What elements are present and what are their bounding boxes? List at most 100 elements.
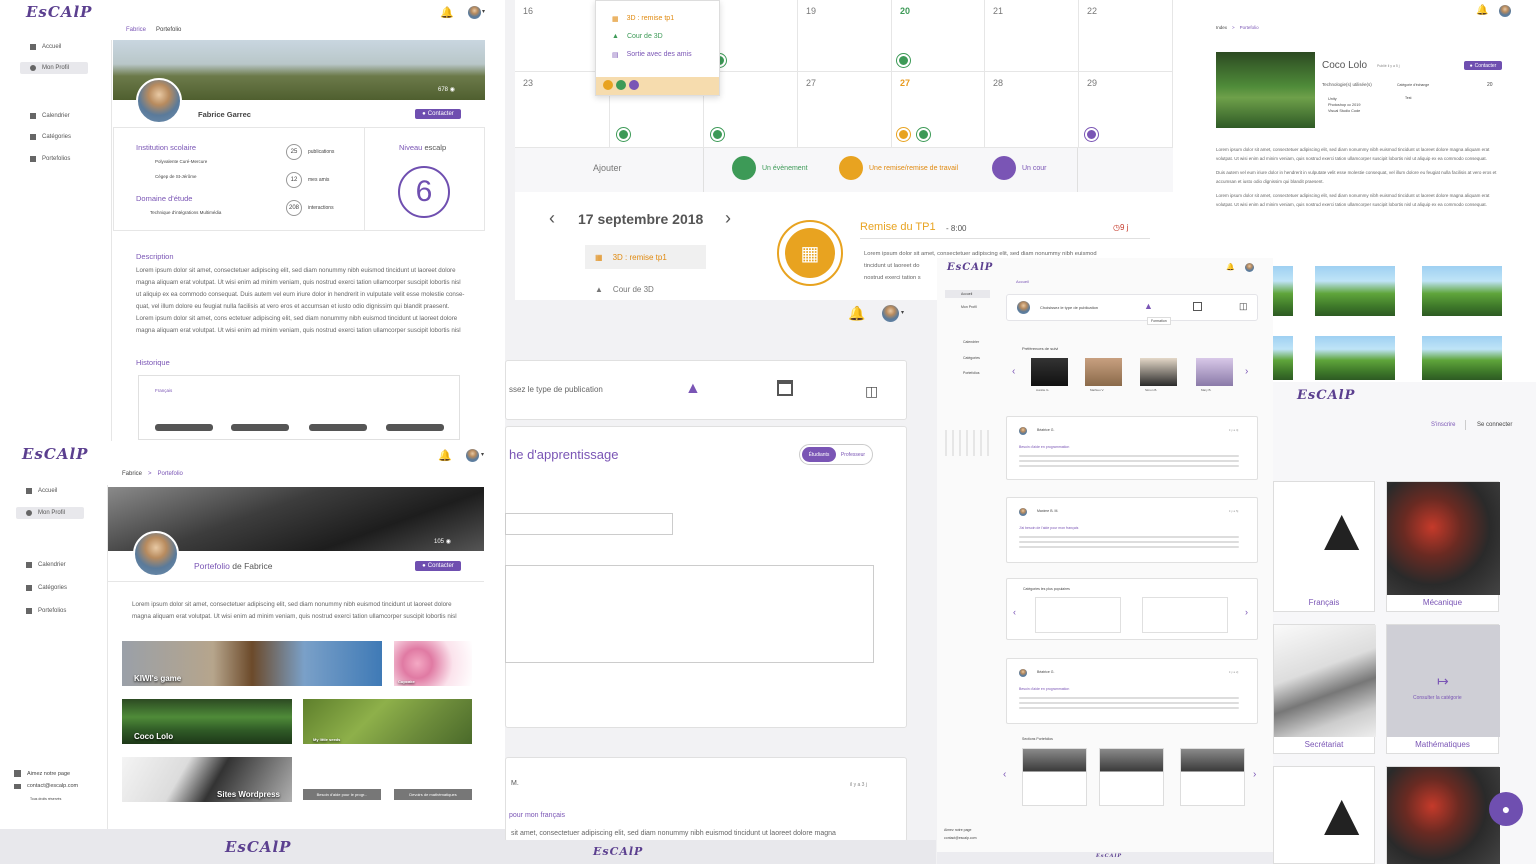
calendar-day[interactable]: 21 bbox=[985, 0, 1079, 72]
contact-button[interactable]: ● Contacter bbox=[415, 561, 461, 571]
calendar-day[interactable]: 28 bbox=[985, 72, 1079, 148]
footer-link[interactable]: Aimez notre page bbox=[944, 826, 977, 834]
nav-portefolios[interactable]: Portefolios bbox=[30, 153, 100, 165]
event-dot-icon[interactable] bbox=[897, 128, 910, 141]
add-event-button[interactable]: Un évènement bbox=[732, 156, 808, 180]
app-logo[interactable]: EsCAlP bbox=[947, 262, 993, 273]
bell-icon[interactable]: 🔔 bbox=[438, 449, 452, 462]
nav-accueil[interactable]: Accueil bbox=[26, 485, 96, 497]
app-logo[interactable]: EsCAlP bbox=[22, 445, 88, 463]
history-pill[interactable] bbox=[231, 424, 289, 431]
nav-portefolios[interactable]: Portefolios bbox=[945, 371, 980, 375]
add-class-button[interactable]: Un cour bbox=[992, 156, 1047, 180]
stat-friends[interactable]: 12 mes amis bbox=[286, 172, 329, 188]
gallery-image[interactable] bbox=[1315, 336, 1395, 380]
portfolio-mini-card[interactable] bbox=[1022, 748, 1087, 806]
nav-calendrier[interactable]: Calendrier bbox=[945, 340, 979, 344]
chevron-down-icon[interactable]: ▾ bbox=[901, 309, 904, 316]
bell-icon[interactable]: 🔔 bbox=[1226, 263, 1235, 271]
chevron-down-icon[interactable]: ▾ bbox=[481, 451, 484, 458]
dropdown-item[interactable]: ▲ Cour de 3D bbox=[612, 33, 663, 40]
event-dot-icon[interactable] bbox=[917, 128, 930, 141]
nav-accueil[interactable]: Accueil bbox=[945, 290, 990, 298]
user-fab[interactable]: ● bbox=[1489, 792, 1523, 826]
title-input[interactable] bbox=[505, 513, 673, 535]
portfolios-next-icon[interactable]: › bbox=[1253, 769, 1256, 780]
bell-icon[interactable]: 🔔 bbox=[848, 305, 865, 322]
nav-portefolios[interactable]: Portefolios bbox=[26, 605, 96, 617]
history-pill[interactable] bbox=[386, 424, 444, 431]
portfolio-tile[interactable]: Sites Wordpress bbox=[122, 757, 292, 802]
footer-facebook[interactable]: Aimez notre page bbox=[14, 770, 70, 777]
nav-mon-profil[interactable]: Mon Profil bbox=[20, 62, 88, 74]
category-card-secretariat[interactable]: Secrétariat bbox=[1273, 624, 1376, 754]
breadcrumb-link[interactable]: Fabrice bbox=[122, 471, 142, 477]
toggle-professor[interactable]: Professeur bbox=[836, 452, 870, 458]
stat-interactions[interactable]: 208 interactions bbox=[286, 200, 334, 216]
graduation-cap-icon[interactable]: ▲ bbox=[1144, 301, 1153, 311]
stat-publications[interactable]: 25 publications bbox=[286, 144, 334, 160]
signup-link[interactable]: S'inscrire bbox=[1431, 422, 1455, 428]
event-item[interactable]: ▲ Cour de 3D bbox=[595, 285, 654, 294]
breadcrumb-link[interactable]: Index bbox=[1216, 25, 1227, 30]
event-dot-icon[interactable] bbox=[617, 128, 630, 141]
calendar-icon[interactable] bbox=[777, 380, 793, 396]
gallery-image[interactable] bbox=[1422, 336, 1502, 380]
user-avatar[interactable] bbox=[1499, 5, 1511, 17]
prev-icon[interactable]: ‹ bbox=[1013, 607, 1016, 617]
friend-card[interactable]: Aurélie G. bbox=[1031, 358, 1068, 392]
user-avatar[interactable] bbox=[466, 449, 479, 462]
nav-categories[interactable]: Catégories bbox=[30, 131, 100, 143]
audience-toggle[interactable]: Étudiants Professeur bbox=[799, 444, 873, 465]
next-icon[interactable]: › bbox=[1245, 607, 1248, 617]
friend-card[interactable]: Mathieu V. bbox=[1085, 358, 1122, 392]
nav-calendrier[interactable]: Calendrier bbox=[30, 110, 100, 122]
history-pill[interactable] bbox=[155, 424, 213, 431]
friend-card[interactable]: Simon B. bbox=[1140, 358, 1177, 392]
footer-email[interactable]: contact@escalp.com bbox=[14, 783, 78, 789]
gallery-image[interactable] bbox=[1273, 336, 1293, 380]
post-link[interactable]: Besoin d'aide en programmation bbox=[1019, 445, 1069, 449]
assignment-icon[interactable] bbox=[603, 80, 613, 90]
calendar-day[interactable]: 19 bbox=[798, 0, 892, 72]
friend-card[interactable]: Mary B. bbox=[1196, 358, 1233, 392]
portfolio-tile-placeholder[interactable]: Besoin d'aide pour le progr... bbox=[303, 789, 381, 800]
portfolios-prev-icon[interactable]: ‹ bbox=[1003, 769, 1006, 780]
event-dot-icon[interactable] bbox=[897, 54, 910, 67]
event-dot-icon[interactable] bbox=[1085, 128, 1098, 141]
category-card-mathematiques[interactable]: ↦ Consulter la catégorie Mathématiques bbox=[1386, 624, 1500, 754]
prev-date-icon[interactable]: ‹ bbox=[549, 208, 555, 229]
dropdown-item[interactable]: ▤ Sortie avec des amis bbox=[612, 51, 692, 59]
footer-link[interactable]: contact@escalp.com bbox=[944, 834, 977, 842]
nav-mon-profil[interactable]: Mon Profil bbox=[16, 507, 84, 519]
calendar-day[interactable]: 22 bbox=[1079, 0, 1173, 72]
friends-next-icon[interactable]: › bbox=[1245, 366, 1248, 377]
portfolio-tile[interactable]: KIWI's game bbox=[122, 641, 382, 686]
nav-accueil[interactable]: Accueil bbox=[30, 41, 100, 53]
feed-post[interactable]: Béatrice G. il y a 2j Besoin d'aide en p… bbox=[1006, 658, 1258, 724]
category-mini-card[interactable] bbox=[1035, 597, 1121, 633]
nav-categories[interactable]: Catégories bbox=[945, 356, 980, 360]
portfolio-tile[interactable]: My little seeds bbox=[303, 699, 472, 744]
category-card-francais[interactable]: ▲ Français bbox=[1273, 481, 1375, 612]
portfolio-tile[interactable]: Coco Lolo bbox=[122, 699, 292, 744]
nav-categories[interactable]: Catégories bbox=[26, 582, 96, 594]
history-pill[interactable] bbox=[309, 424, 367, 431]
graduation-cap-icon[interactable]: ▲ bbox=[685, 380, 701, 398]
category-mini-card[interactable] bbox=[1142, 597, 1228, 633]
mini-calendar[interactable] bbox=[945, 430, 989, 456]
user-avatar[interactable] bbox=[468, 6, 481, 19]
consult-category-link[interactable]: Consulter la catégorie bbox=[1413, 695, 1462, 701]
chevron-down-icon[interactable]: ▾ bbox=[482, 8, 485, 15]
post-link[interactable]: J'ai besoin de l'aide pour mon français bbox=[1019, 526, 1078, 530]
gallery-image[interactable] bbox=[1422, 266, 1502, 316]
portfolio-mini-card[interactable] bbox=[1180, 748, 1245, 806]
calendar-icon[interactable] bbox=[1193, 302, 1202, 311]
nav-calendrier[interactable]: Calendrier bbox=[26, 559, 96, 571]
calendar-day[interactable]: 27 bbox=[798, 72, 892, 148]
book-open-icon[interactable]: ◫ bbox=[865, 383, 878, 400]
app-logo[interactable]: EsCAlP bbox=[1297, 388, 1355, 403]
feed-post[interactable]: Maxime B. M. il y a 5j J'ai besoin de l'… bbox=[1006, 497, 1258, 563]
portfolio-tile[interactable]: Cupcake bbox=[394, 641, 472, 686]
feed-post[interactable]: Béatrice G. il y a 3j Besoin d'aide en p… bbox=[1006, 416, 1258, 480]
